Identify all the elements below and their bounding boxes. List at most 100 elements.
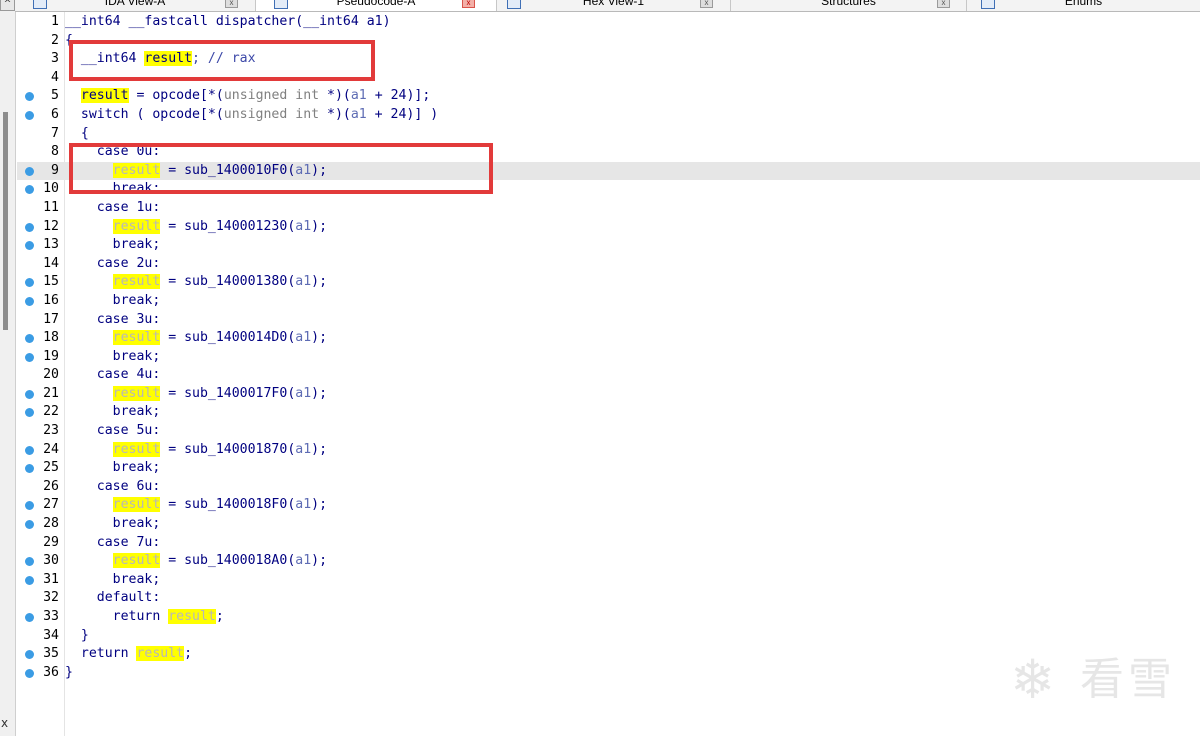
close-tab-icon[interactable]: x	[937, 0, 950, 8]
watermark: ❄ 看雪	[1010, 648, 1190, 714]
line-number: 10	[43, 181, 59, 197]
breakpoint-dot-icon[interactable]	[25, 278, 34, 288]
tab-bar: IDA View-A x Pseudocode-A x Hex View-1 x…	[15, 0, 1200, 12]
code-text: result = sub_1400017F0(a1);	[112, 385, 328, 401]
close-tab-icon[interactable]: x	[700, 0, 713, 8]
code-line[interactable]: 23 case 5u:	[17, 422, 1200, 441]
tab-structures[interactable]: Structures x	[731, 0, 967, 11]
code-line[interactable]: 30 result = sub_1400018A0(a1);	[17, 552, 1200, 571]
breakpoint-dot-icon[interactable]	[25, 296, 34, 306]
code-text: case 1u:	[65, 199, 161, 215]
result-variable[interactable]: result	[112, 274, 161, 290]
breakpoint-dot-icon[interactable]	[25, 185, 34, 195]
breakpoint-dot-icon[interactable]	[25, 352, 34, 362]
breakpoint-dot-icon[interactable]	[25, 92, 34, 102]
code-line[interactable]: 11 case 1u:	[17, 199, 1200, 218]
tab-pseudocode-a[interactable]: Pseudocode-A x	[256, 0, 497, 11]
close-icon[interactable]: x	[1, 716, 8, 730]
line-number: 16	[43, 292, 59, 308]
pseudocode-view[interactable]: 1 __int64 __fastcall dispatcher(__int64 a…	[17, 13, 1200, 682]
code-text: switch ( opcode[*(unsigned int *)(a1 + 2…	[65, 106, 439, 122]
result-variable[interactable]: result	[80, 88, 129, 104]
breakpoint-dot-icon[interactable]	[25, 408, 34, 418]
line-number: 33	[43, 609, 59, 624]
breakpoint-dot-icon[interactable]	[25, 650, 34, 660]
code-line[interactable]: 33 return result;	[17, 608, 1200, 627]
code-line[interactable]: 34 }	[17, 627, 1200, 646]
code-text: result = sub_140001870(a1);	[112, 441, 328, 457]
result-variable[interactable]: result	[112, 385, 161, 401]
code-line[interactable]: 27 result = sub_1400018F0(a1);	[17, 496, 1200, 515]
breakpoint-dot-icon[interactable]	[25, 110, 34, 120]
line-number: 6	[51, 106, 59, 122]
code-line[interactable]: 22 break;	[17, 403, 1200, 422]
code-line[interactable]: 18 result = sub_1400014D0(a1);	[17, 329, 1200, 348]
tab-ida-view-a[interactable]: IDA View-A x	[15, 0, 256, 11]
code-text: }	[65, 664, 73, 680]
code-text: result = opcode[*(unsigned int *)(a1 + 2…	[80, 88, 431, 104]
code-text: {	[65, 125, 89, 141]
code-line[interactable]: 32 default:	[17, 589, 1200, 608]
scrollbar-thumb[interactable]	[3, 112, 8, 330]
line-number: 3	[51, 51, 59, 67]
code-text: result = sub_140001230(a1);	[112, 218, 328, 234]
code-line[interactable]: 13 break;	[17, 236, 1200, 255]
code-line[interactable]: 7 {	[17, 125, 1200, 144]
code-text: case 2u:	[65, 255, 161, 271]
tab-hex-view-1[interactable]: Hex View-1 x	[497, 0, 731, 11]
breakpoint-dot-icon[interactable]	[25, 334, 34, 344]
code-line[interactable]: 12 result = sub_140001230(a1);	[17, 218, 1200, 237]
close-tab-icon[interactable]: x	[225, 0, 238, 8]
code-line[interactable]: 16 break;	[17, 292, 1200, 311]
result-variable[interactable]: result	[112, 218, 161, 234]
line-number: 19	[43, 348, 59, 364]
annotation-box-declaration	[69, 40, 375, 81]
code-text: break;	[65, 348, 161, 364]
breakpoint-dot-icon[interactable]	[25, 464, 34, 474]
function-signature: __int64 __fastcall dispatcher(__int64 a1…	[65, 14, 391, 29]
breakpoint-dot-icon[interactable]	[25, 501, 34, 511]
code-text: result = sub_1400018A0(a1);	[112, 553, 328, 569]
snowflake-icon: ❄	[1010, 648, 1056, 711]
tab-enums[interactable]: Enums	[967, 0, 1200, 11]
line-number: 18	[43, 330, 59, 346]
code-line[interactable]: 29 case 7u:	[17, 534, 1200, 553]
code-line[interactable]: 28 break;	[17, 515, 1200, 534]
result-variable[interactable]: result	[112, 330, 161, 346]
result-variable[interactable]: result	[136, 646, 185, 662]
code-line[interactable]: 1 __int64 __fastcall dispatcher(__int64 a…	[17, 13, 1200, 32]
breakpoint-dot-icon[interactable]	[25, 389, 34, 399]
code-line[interactable]: 17 case 3u:	[17, 311, 1200, 330]
code-line[interactable]: 15 result = sub_140001380(a1);	[17, 273, 1200, 292]
result-variable[interactable]: result	[112, 441, 161, 457]
code-text: break;	[65, 292, 161, 308]
code-line[interactable]: 24 result = sub_140001870(a1);	[17, 441, 1200, 460]
result-variable[interactable]: result	[112, 553, 161, 569]
breakpoint-dot-icon[interactable]	[25, 557, 34, 567]
left-scroll-strip[interactable]: ^ x	[0, 0, 16, 736]
breakpoint-dot-icon[interactable]	[25, 166, 34, 176]
tab-label: IDA View-A	[104, 0, 166, 8]
code-line[interactable]: 31 break;	[17, 571, 1200, 590]
line-number: 28	[43, 516, 59, 532]
result-variable[interactable]: result	[112, 497, 161, 513]
breakpoint-dot-icon[interactable]	[25, 241, 34, 251]
breakpoint-dot-icon[interactable]	[25, 222, 34, 232]
code-line[interactable]: 19 break;	[17, 348, 1200, 367]
breakpoint-dot-icon[interactable]	[25, 445, 34, 455]
code-line[interactable]: 14 case 2u:	[17, 255, 1200, 274]
close-tab-icon[interactable]: x	[462, 0, 475, 8]
code-text: result = sub_1400014D0(a1);	[112, 330, 328, 346]
code-line[interactable]: 25 break;	[17, 459, 1200, 478]
breakpoint-dot-icon[interactable]	[25, 575, 34, 585]
result-variable[interactable]: result	[168, 609, 216, 624]
breakpoint-dot-icon[interactable]	[25, 613, 34, 622]
breakpoint-dot-icon[interactable]	[25, 668, 34, 678]
code-line[interactable]: 6 switch ( opcode[*(unsigned int *)(a1 +…	[17, 106, 1200, 125]
code-line[interactable]: 20 case 4u:	[17, 366, 1200, 385]
collapse-icon[interactable]: ^	[0, 0, 15, 11]
code-line[interactable]: 26 case 6u:	[17, 478, 1200, 497]
breakpoint-dot-icon[interactable]	[25, 520, 34, 530]
code-line[interactable]: 21 result = sub_1400017F0(a1);	[17, 385, 1200, 404]
code-line[interactable]: 5 result = opcode[*(unsigned int *)(a1 +…	[17, 87, 1200, 106]
